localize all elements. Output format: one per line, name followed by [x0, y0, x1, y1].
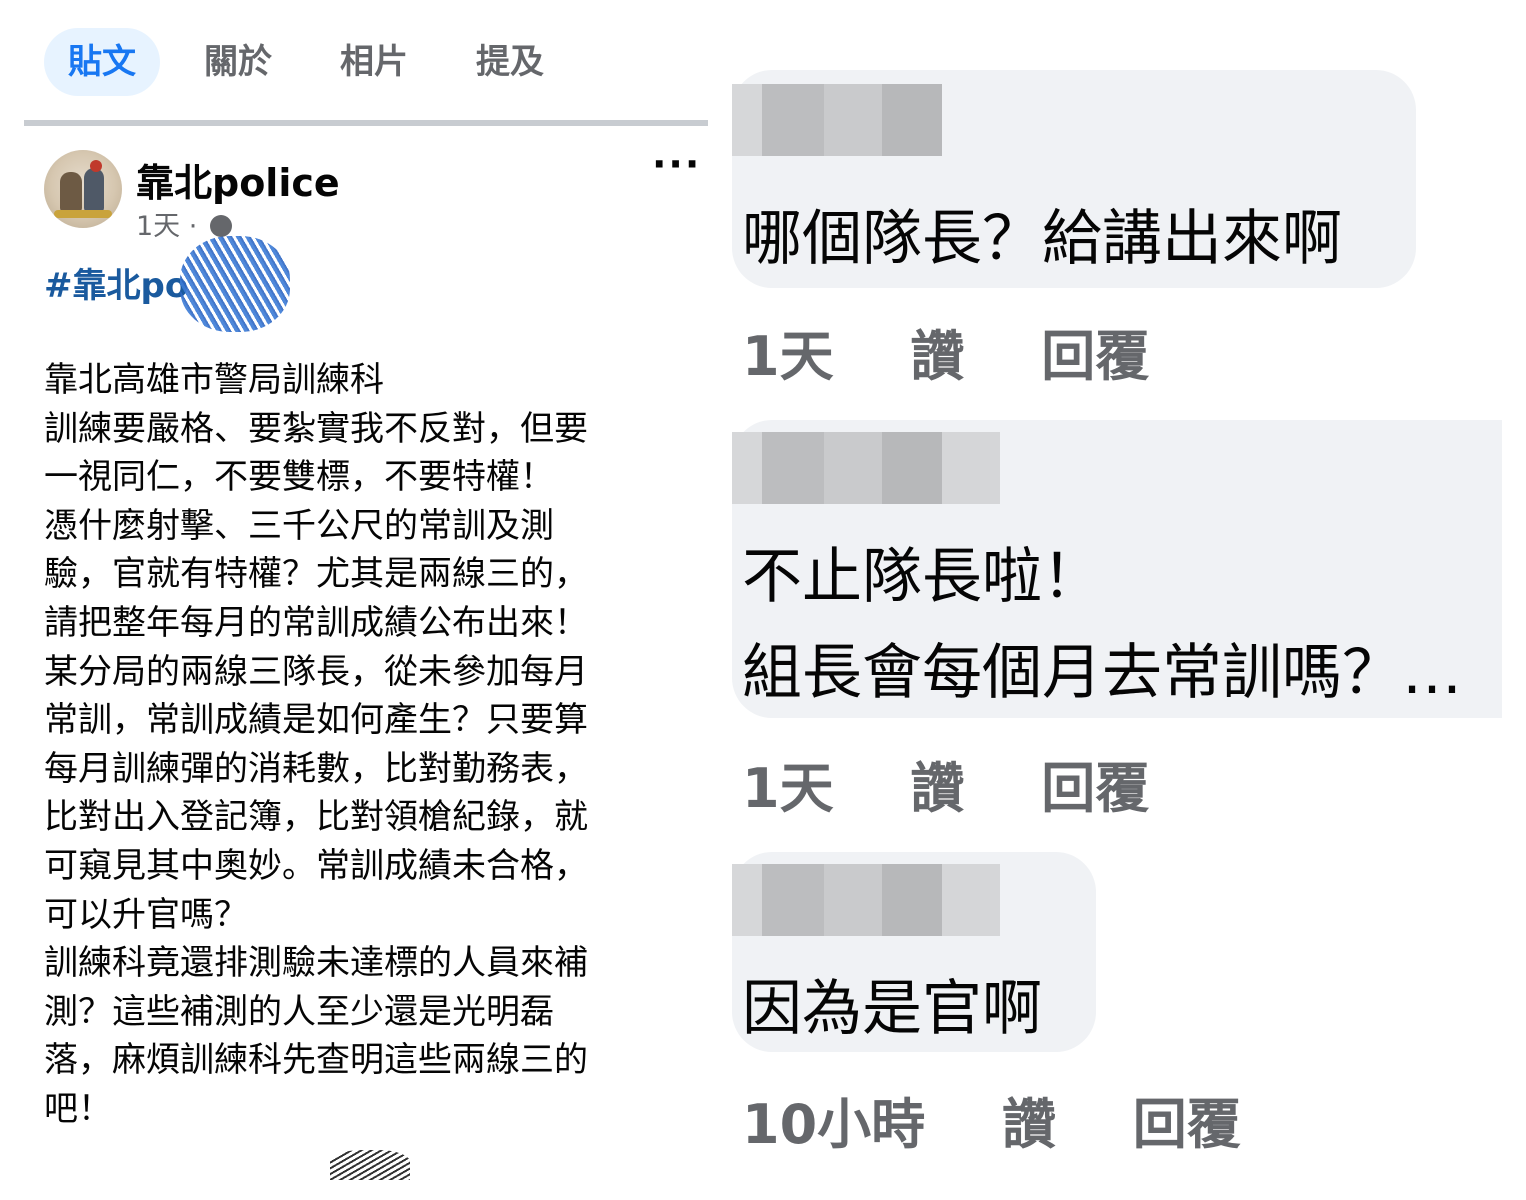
- post-body: 靠北高雄市警局訓練科 訓練要嚴格、要紮實我不反對，但要 一視同仁，不要雙標，不要…: [44, 360, 588, 1129]
- tab-about[interactable]: 關於: [180, 28, 296, 96]
- like-button[interactable]: 讚: [910, 325, 964, 388]
- comment-actions: 1天 讚 回覆: [742, 312, 1207, 391]
- comment-text: 不止隊長啦！: [742, 542, 1102, 612]
- tab-mentions[interactable]: 提及: [452, 28, 568, 96]
- avatar-hat: [90, 160, 102, 172]
- comment-time[interactable]: 1天: [742, 325, 834, 388]
- reply-button[interactable]: 回覆: [1041, 757, 1149, 820]
- comment-text: 因為是官啊: [742, 974, 1042, 1044]
- tab-photos[interactable]: 相片: [316, 28, 432, 96]
- page-name[interactable]: 靠北police: [136, 152, 340, 207]
- avatar-figure: [84, 168, 104, 212]
- globe-icon: [209, 214, 232, 237]
- reply-button[interactable]: 回覆: [1133, 1093, 1241, 1156]
- comment-actions: 1天 讚 回覆: [742, 744, 1207, 823]
- post-hashtag[interactable]: #靠北po: [44, 258, 188, 307]
- more-options-icon[interactable]: ···: [652, 142, 701, 186]
- avatar-ground: [54, 210, 112, 218]
- avatar-figure: [60, 172, 82, 212]
- meta-separator: ·: [188, 211, 198, 242]
- comment-time[interactable]: 10小時: [742, 1093, 925, 1156]
- blurred-commenter-name: [732, 84, 942, 156]
- comment-text: 組長會每個月去常訓嗎？…: [742, 638, 1462, 708]
- comment-text: 哪個隊長？給講出來啊: [742, 204, 1342, 274]
- comment-time[interactable]: 1天: [742, 757, 834, 820]
- page-tabs: 貼文 關於 相片 提及: [44, 28, 588, 96]
- blurred-commenter-name: [732, 432, 1000, 504]
- reply-button[interactable]: 回覆: [1041, 325, 1149, 388]
- like-button[interactable]: 讚: [910, 757, 964, 820]
- redaction-scribble: [330, 1150, 410, 1180]
- comment-actions: 10小時 讚 回覆: [742, 1080, 1299, 1159]
- redaction-scribble: [180, 236, 290, 332]
- blurred-commenter-name: [732, 864, 1000, 936]
- tabs-divider: [24, 120, 708, 126]
- like-button[interactable]: 讚: [1002, 1093, 1056, 1156]
- tab-posts[interactable]: 貼文: [44, 28, 160, 96]
- post-time[interactable]: 1天: [136, 211, 180, 242]
- page-avatar[interactable]: [44, 150, 122, 228]
